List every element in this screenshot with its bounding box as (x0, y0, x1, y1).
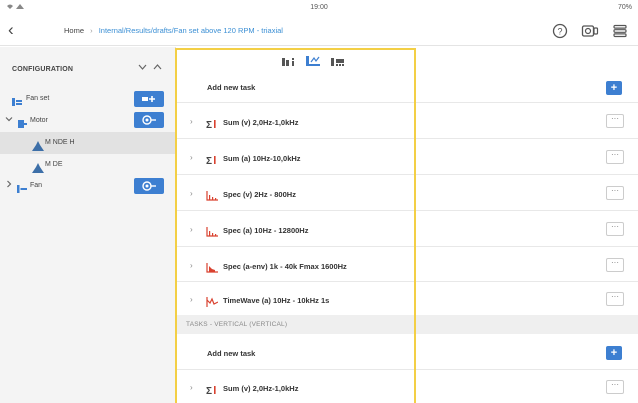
sum-icon: Σ (206, 382, 218, 397)
tree-item-label: M NDE H (45, 139, 75, 146)
tree-item-label: Fan set (26, 95, 50, 102)
envelope-spectrum-icon (206, 260, 218, 273)
device-icon[interactable] (580, 22, 600, 40)
task-more-button[interactable]: ··· (606, 114, 624, 128)
breadcrumb-home[interactable]: Home (64, 26, 84, 35)
motor-icon (17, 116, 27, 128)
tree-item-m-de[interactable]: M DE (0, 154, 175, 176)
tree-item-label: Fan (30, 182, 43, 189)
chevron-right-icon[interactable]: › (190, 153, 193, 162)
task-label: Spec (a) 10Hz - 12800Hz (223, 226, 309, 235)
tree-item-m-nde-h[interactable]: M NDE H (0, 132, 175, 154)
task-label: TimeWave (a) 10Hz - 10kHz 1s (223, 296, 330, 305)
task-row[interactable]: › Spec (a) 10Hz - 12800Hz ··· (176, 211, 638, 247)
task-more-button[interactable]: ··· (606, 258, 624, 272)
configuration-panel: CONFIGURATION Fan set Motor M NDE H M DE… (0, 47, 176, 403)
sum-icon: Σ (206, 116, 218, 131)
task-label: Sum (v) 2,0Hz-1,0kHz (223, 118, 299, 127)
task-label: Sum (a) 10Hz-10,0kHz (223, 154, 301, 163)
vertical-tasks-section-header: TASKS - VERTICAL (VERTICAL) (176, 315, 638, 334)
add-measurement-point-button[interactable] (134, 178, 164, 194)
add-measurement-point-button[interactable] (134, 112, 164, 128)
tree-item-fan[interactable]: Fan (0, 175, 175, 197)
help-icon[interactable]: ? (550, 22, 570, 40)
task-row[interactable]: › Spec (v) 2Hz - 800Hz ··· (176, 175, 638, 211)
task-more-button[interactable]: ··· (606, 380, 624, 394)
svg-text:?: ? (557, 27, 562, 37)
back-button[interactable]: ‹ (8, 20, 14, 40)
task-row[interactable]: › Σ Sum (v) 2,0Hz-1,0kHz ··· (176, 370, 638, 403)
status-bar: 19:00 70% (0, 0, 638, 16)
tree-item-label: M DE (45, 161, 63, 168)
collapse-up-icon[interactable] (153, 63, 162, 73)
task-more-button[interactable]: ··· (606, 186, 624, 200)
chevron-right-icon[interactable]: › (190, 261, 193, 270)
fan-icon (17, 181, 27, 193)
chevron-right-icon[interactable]: › (190, 383, 193, 392)
menu-icon[interactable] (610, 22, 630, 40)
chevron-right-icon[interactable]: › (190, 295, 193, 304)
spectrum-icon (206, 224, 218, 237)
configuration-title: CONFIGURATION (12, 66, 74, 73)
add-machine-button[interactable] (134, 91, 164, 107)
measurement-point-icon (32, 160, 44, 173)
task-row[interactable]: › Spec (a-env) 1k - 40k Fmax 1600Hz ··· (176, 247, 638, 282)
battery-level: 70% (617, 4, 632, 11)
chevron-right-icon[interactable]: › (190, 225, 193, 234)
chevron-right-icon[interactable]: › (190, 189, 193, 198)
tree-item-motor[interactable]: Motor (0, 110, 175, 132)
task-row[interactable]: › Σ Sum (v) 2,0Hz-1,0kHz ··· (176, 103, 638, 139)
task-label: Spec (v) 2Hz - 800Hz (223, 190, 296, 199)
breadcrumb-path[interactable]: Internal/Results/drafts/Fan set above 12… (99, 26, 283, 35)
breadcrumb: Home › Internal/Results/drafts/Fan set a… (64, 26, 283, 35)
breadcrumb-separator: › (90, 26, 93, 35)
task-label: Sum (v) 2,0Hz-1,0kHz (223, 384, 299, 393)
tab-tasks-icon[interactable] (306, 52, 320, 66)
add-task-label: Add new task (207, 83, 256, 92)
section-title: TASKS - VERTICAL (VERTICAL) (186, 321, 288, 328)
svg-text:Σ: Σ (206, 156, 212, 165)
spectrum-icon (206, 188, 218, 201)
view-tabs (176, 47, 416, 69)
navigation-bar: ‹ Home › Internal/Results/drafts/Fan set… (0, 16, 638, 46)
collapse-down-icon[interactable] (138, 63, 147, 73)
tree-item-label: Motor (30, 117, 48, 124)
add-task-row[interactable]: Add new task + (176, 70, 638, 103)
svg-text:Σ: Σ (206, 386, 212, 395)
tab-alarms-icon[interactable] (331, 54, 345, 66)
task-row[interactable]: › TimeWave (a) 10Hz - 10kHz 1s ··· (176, 282, 638, 315)
asset-group-icon (12, 94, 22, 106)
measurement-point-icon (32, 138, 44, 151)
add-task-button[interactable]: + (606, 346, 622, 360)
task-row[interactable]: › Σ Sum (a) 10Hz-10,0kHz ··· (176, 139, 638, 175)
task-label: Spec (a-env) 1k - 40k Fmax 1600Hz (223, 262, 347, 271)
task-more-button[interactable]: ··· (606, 150, 624, 164)
chevron-right-icon[interactable]: › (190, 117, 193, 126)
task-more-button[interactable]: ··· (606, 292, 624, 306)
chevron-right-icon[interactable] (5, 180, 13, 190)
tree-item-fan-set[interactable]: Fan set (0, 88, 175, 110)
task-more-button[interactable]: ··· (606, 222, 624, 236)
sum-icon: Σ (206, 152, 218, 167)
add-task-button[interactable]: + (606, 81, 622, 95)
chevron-down-icon[interactable] (5, 115, 13, 125)
timewave-icon (206, 294, 219, 307)
add-task-label: Add new task (207, 349, 256, 358)
tab-details-icon[interactable] (282, 54, 296, 66)
add-task-row[interactable]: Add new task + (176, 334, 638, 370)
clock: 19:00 (310, 4, 328, 11)
svg-text:Σ: Σ (206, 120, 212, 129)
